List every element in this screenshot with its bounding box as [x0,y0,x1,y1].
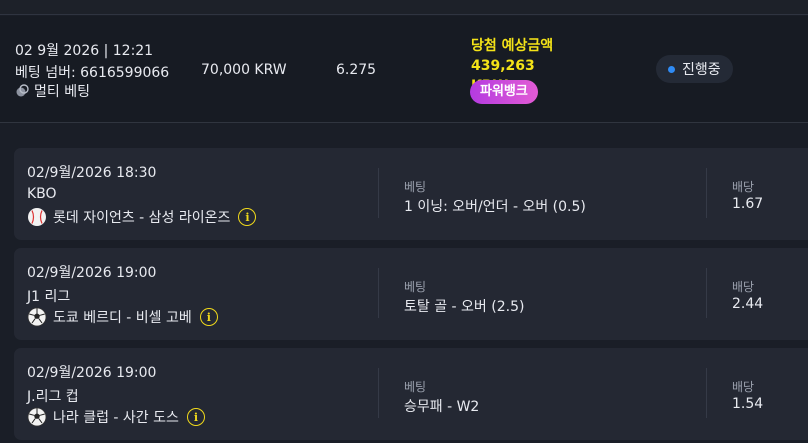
selection-league: J.리그 컵 [27,389,79,405]
odds-label: 배당 [732,180,755,194]
divider [706,168,707,218]
info-icon[interactable]: i [238,208,257,226]
bet-value: 승무패 - W2 [404,399,480,415]
status-label: 진행중 [682,62,721,78]
multi-bet-icon [15,84,29,98]
divider [378,268,379,318]
selection-match: 도쿄 베르디 - 비셀 고베 i [27,307,218,327]
bet-stake: 70,000 KRW [201,62,287,78]
selection-card: 02/9월/2026 19:00 J1 리그 도쿄 베르디 - 비셀 고베 i … [14,248,808,340]
bet-number: 베팅 넘버: 6616599066 [15,65,170,81]
odds-value: 1.54 [732,396,764,412]
match-teams: 롯데 자이언츠 - 삼성 라이온즈 [53,210,231,226]
selection-match: 나라 클럽 - 사간 도스 i [27,407,205,427]
selection-datetime: 02/9월/2026 18:30 [27,165,157,181]
selection-datetime: 02/9월/2026 19:00 [27,265,157,281]
divider [706,268,707,318]
selection-league: J1 리그 [27,289,71,305]
selection-datetime: 02/9월/2026 19:00 [27,365,157,381]
selection-card: 02/9월/2026 19:00 J.리그 컵 나라 클럽 - 사간 도스 i … [14,348,808,440]
divider [378,168,379,218]
bet-label: 베팅 [404,180,427,194]
match-teams: 나라 클럽 - 사간 도스 [53,410,179,426]
expected-win-amount: 당첨 예상금액 439,263 [471,38,554,74]
bet-total-odds: 6.275 [336,62,377,78]
soccer-ball-icon [27,407,47,427]
match-teams: 도쿄 베르디 - 비셀 고베 [53,310,192,326]
status-dot-icon [668,65,675,73]
baseball-icon [27,207,47,227]
odds-label: 배당 [732,380,755,394]
status-badge: 진행중 [656,55,733,83]
info-icon[interactable]: i [186,408,205,426]
odds-value: 2.44 [732,296,764,312]
bet-value: 1 이닝: 오버/언더 - 오버 (0.5) [404,199,586,215]
bet-datetime: 02 9월 2026 | 12:21 [15,43,154,59]
odds-label: 배당 [732,280,755,294]
soccer-ball-icon [27,307,47,327]
selection-league: KBO [27,186,57,202]
selection-card: 02/9월/2026 18:30 KBO 롯데 자이언츠 - 삼성 라이온즈 i… [14,148,808,240]
odds-value: 1.67 [732,196,764,212]
bet-summary: 02 9월 2026 | 12:21 베팅 넘버: 6616599066 멀티 … [0,16,808,123]
bet-value: 토탈 골 - 오버 (2.5) [404,299,525,315]
bet-type: 멀티 베팅 [15,81,90,101]
divider [706,368,707,418]
bet-label: 베팅 [404,380,427,394]
powerbank-badge[interactable]: 파워뱅크 [470,80,538,104]
top-divider-strip [0,0,808,15]
bet-label: 베팅 [404,280,427,294]
bet-type-label: 멀티 베팅 [34,84,90,100]
info-icon[interactable]: i [199,308,218,326]
selection-match: 롯데 자이언츠 - 삼성 라이온즈 i [27,207,257,227]
divider [378,368,379,418]
